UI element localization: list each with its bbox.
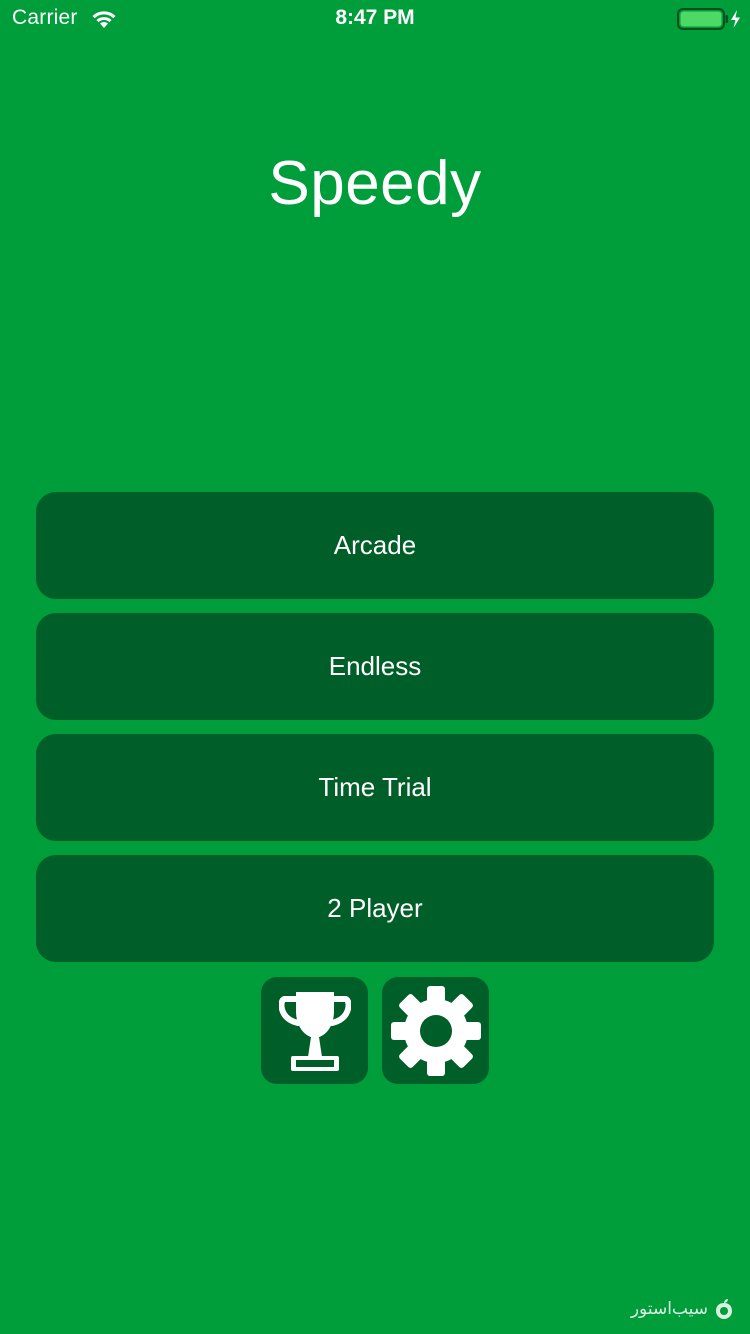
status-bar: Carrier 8:47 PM	[0, 0, 750, 40]
gear-icon	[390, 985, 481, 1076]
trophy-icon	[278, 991, 351, 1071]
time-trial-button[interactable]: Time Trial	[36, 734, 714, 841]
two-player-button[interactable]: 2 Player	[36, 855, 714, 962]
apple-logo-icon	[716, 1299, 732, 1319]
game-mode-menu: Arcade Endless Time Trial 2 Player	[36, 492, 714, 976]
endless-button[interactable]: Endless	[36, 613, 714, 720]
settings-button[interactable]	[382, 977, 489, 1084]
leaderboard-button[interactable]	[261, 977, 368, 1084]
app-title: Speedy	[268, 149, 482, 218]
arcade-button[interactable]: Arcade	[36, 492, 714, 599]
status-clock: 8:47 PM	[335, 6, 415, 29]
watermark-text: سیب‌استور	[630, 1299, 708, 1319]
icon-button-row	[0, 977, 750, 1084]
watermark: سیب‌استور	[631, 1298, 734, 1320]
battery-charging-icon	[677, 8, 740, 30]
